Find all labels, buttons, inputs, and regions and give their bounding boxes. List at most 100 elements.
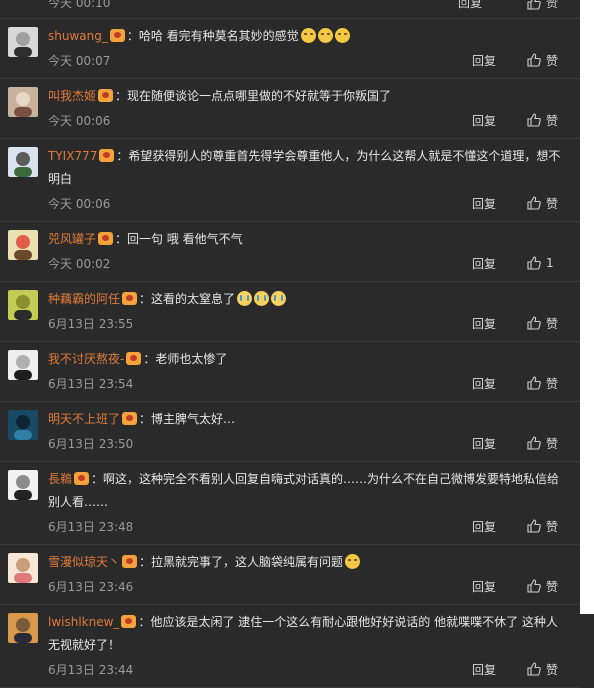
comment-feed: 今天 00:10 回复 赞 shuwang_ ：哈哈 看完有种莫名其妙的感觉 今天… (0, 0, 580, 688)
comment-text: ：拉黑就完事了，这人脑袋纯属有问题 (139, 555, 344, 569)
vip-badge-icon (98, 232, 114, 245)
thumbs-up-icon (526, 315, 542, 331)
avatar[interactable] (8, 553, 38, 583)
comment-item: 明天不上班了 ：博主脾气太好… 6月13日 23:50 回复 赞 (0, 402, 580, 462)
thumbs-up-icon (526, 0, 542, 11)
timestamp: 6月13日 23:46 (48, 579, 134, 594)
like-button[interactable]: 赞 (526, 112, 566, 129)
comment-username[interactable]: shuwang_ (48, 29, 108, 43)
avatar[interactable] (8, 147, 38, 177)
comment-username[interactable]: 明天不上班了 (48, 412, 120, 426)
vip-badge-icon (126, 352, 142, 365)
like-button[interactable]: 赞 (526, 0, 566, 11)
comment-username[interactable]: 我不讨厌熬夜- (48, 352, 124, 366)
comment-item: lwishlknew_ ：他应该是太闲了 逮住一个这么有耐心跟他好好说话的 他就喋… (0, 605, 580, 688)
like-count: 赞 (546, 436, 559, 451)
comment-text: ：希望获得别人的尊重首先得学会尊重他人，为什么这帮人就是不懂这个道理，想不明白 (48, 149, 561, 186)
reply-button[interactable]: 回复 (472, 661, 526, 678)
like-button[interactable]: 1 (526, 255, 566, 271)
like-button[interactable]: 赞 (526, 578, 566, 595)
reply-button[interactable]: 回复 (472, 578, 526, 595)
like-button[interactable]: 赞 (526, 52, 566, 69)
grin-emoji-icon (334, 28, 350, 43)
reply-button[interactable]: 回复 (472, 435, 526, 452)
vip-badge-icon (122, 292, 138, 305)
comment-text: ：现在随便谈论一点点哪里做的不好就等于你叛国了 (115, 89, 392, 103)
timestamp: 今天 00:02 (48, 256, 111, 271)
reply-button[interactable]: 回复 (472, 315, 526, 332)
vip-badge-icon (74, 472, 90, 485)
reply-button[interactable]: 回复 (472, 52, 526, 69)
grin-emoji-icon (345, 554, 361, 569)
avatar[interactable] (8, 410, 38, 440)
like-button[interactable]: 赞 (526, 661, 566, 678)
comment-username[interactable]: 長鵜 (48, 472, 72, 486)
avatar[interactable] (8, 230, 38, 260)
timestamp: 6月13日 23:44 (48, 662, 134, 677)
thumbs-up-icon (526, 112, 542, 128)
avatar[interactable] (8, 27, 38, 57)
like-button[interactable]: 赞 (526, 435, 566, 452)
thumbs-up-icon (526, 435, 542, 451)
comment-text: ：老师也太惨了 (143, 352, 228, 366)
crying-laugh-emoji-icon (237, 291, 253, 306)
timestamp: 6月13日 23:54 (48, 376, 134, 391)
avatar[interactable] (8, 350, 38, 380)
vip-badge-icon (121, 615, 137, 628)
avatar[interactable] (8, 290, 38, 320)
like-button[interactable]: 赞 (526, 518, 566, 535)
reply-button[interactable]: 回复 (472, 375, 526, 392)
like-count: 赞 (546, 53, 559, 68)
like-count: 1 (546, 256, 554, 270)
like-button[interactable]: 赞 (526, 195, 566, 212)
avatar[interactable] (8, 613, 38, 643)
comment-item: 种藕霸的阿任 ：这看的太窒息了 6月13日 23:55 回复 赞 (0, 282, 580, 342)
timestamp: 今天 00:10 (48, 0, 111, 10)
comment-username[interactable]: lwishlknew_ (48, 615, 119, 629)
like-count: 赞 (546, 376, 559, 391)
thumbs-up-icon (526, 52, 542, 68)
timestamp: 6月13日 23:50 (48, 436, 134, 451)
comment-item: 我不讨厌熬夜- ：老师也太惨了 6月13日 23:54 回复 赞 (0, 342, 580, 402)
reply-button[interactable]: 回复 (472, 518, 526, 535)
comment-item: shuwang_ ：哈哈 看完有种莫名其妙的感觉 今天 00:07 回复 赞 (0, 19, 580, 79)
comment-text: ：啊这，这种完全不看别人回复自嗨式对话真的……为什么不在自己微博发要特地私信给别… (48, 472, 560, 509)
timestamp: 6月13日 23:48 (48, 519, 134, 534)
timestamp: 今天 00:06 (48, 196, 111, 211)
comment-username[interactable]: 雪漫似琼天丶 (48, 555, 120, 569)
grin-emoji-icon (300, 28, 316, 43)
comment-username[interactable]: 种藕霸的阿任 (48, 292, 120, 306)
comment-text: ：回一句 哦 看他气不气 (115, 232, 243, 246)
like-button[interactable]: 赞 (526, 375, 566, 392)
reply-button[interactable]: 回复 (458, 0, 512, 11)
comment-username[interactable]: TYIX777 (48, 149, 97, 163)
like-count: 赞 (546, 316, 559, 331)
timestamp: 今天 00:07 (48, 53, 111, 68)
comment-item: TYIX777 ：希望获得别人的尊重首先得学会尊重他人，为什么这帮人就是不懂这个道… (0, 139, 580, 222)
vip-badge-icon (122, 555, 138, 568)
page-margin (580, 0, 594, 614)
thumbs-up-icon (526, 661, 542, 677)
avatar[interactable] (8, 87, 38, 117)
reply-button[interactable]: 回复 (472, 112, 526, 129)
like-count: 赞 (546, 196, 559, 211)
like-count: 赞 (546, 579, 559, 594)
thumbs-up-icon (526, 518, 542, 534)
reply-button[interactable]: 回复 (472, 195, 526, 212)
vip-badge-icon (98, 89, 114, 102)
comment-username[interactable]: 叫我杰姬 (48, 89, 96, 103)
vip-badge-icon (109, 29, 125, 42)
comment-list: shuwang_ ：哈哈 看完有种莫名其妙的感觉 今天 00:07 回复 赞 叫我… (0, 19, 580, 688)
reply-button[interactable]: 回复 (472, 255, 526, 272)
comment-username[interactable]: 兕风罐子 (48, 232, 96, 246)
vip-badge-icon (99, 149, 115, 162)
thumbs-up-icon (526, 375, 542, 391)
like-button[interactable]: 赞 (526, 315, 566, 332)
comment-item: 兕风罐子 ：回一句 哦 看他气不气 今天 00:02 回复 1 (0, 222, 580, 282)
avatar[interactable] (8, 470, 38, 500)
comment-item: 雪漫似琼天丶 ：拉黑就完事了，这人脑袋纯属有问题 6月13日 23:46 回复 赞 (0, 545, 580, 605)
comment-item: 長鵜 ：啊这，这种完全不看别人回复自嗨式对话真的……为什么不在自己微博发要特地私信… (0, 462, 580, 545)
grin-emoji-icon (317, 28, 333, 43)
thumbs-up-icon (526, 195, 542, 211)
like-count: 赞 (546, 113, 559, 128)
